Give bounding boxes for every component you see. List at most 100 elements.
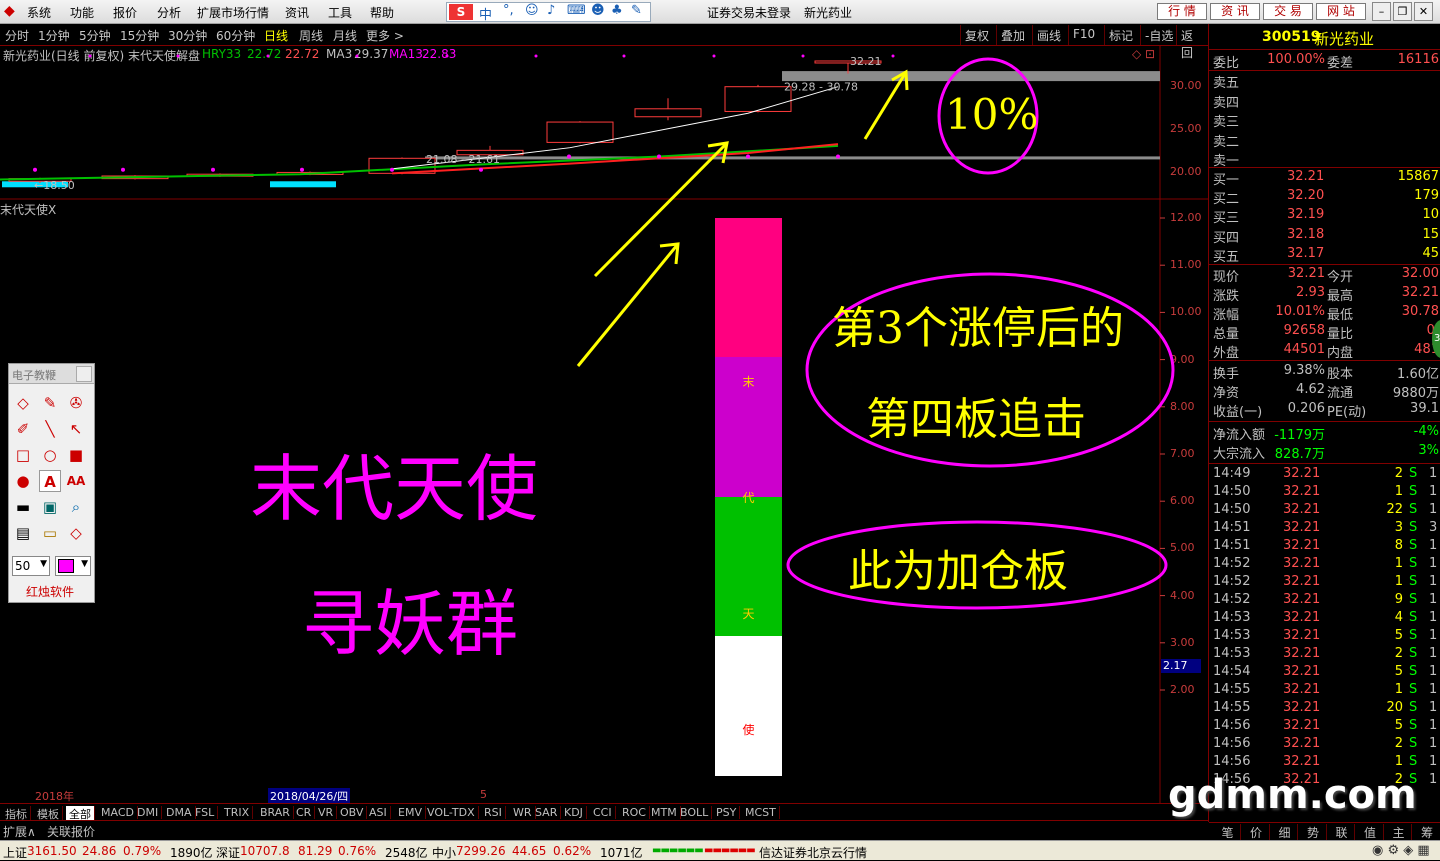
panel-tab-0[interactable]: 笔 xyxy=(1215,824,1241,841)
indicator-tab-4[interactable]: DMI xyxy=(134,806,162,819)
buy-level[interactable]: 买四32.1815 xyxy=(1213,227,1439,245)
indicator-tab-10[interactable]: VR xyxy=(315,806,337,819)
stat-row-d: 32.21 xyxy=(1402,285,1439,300)
indicator-tab-3[interactable]: MACD xyxy=(98,806,138,819)
panel-tab-4[interactable]: 联 xyxy=(1329,824,1355,841)
pen-icon[interactable]: ✎ xyxy=(39,392,61,414)
panel-tab-3[interactable]: 势 xyxy=(1301,824,1327,841)
drawing-toolbox[interactable]: 电子教鞭 ◇ ✎ ✇ ✐ ╲ ↖ □ ○ ■ ● A AA ▬ ▣ ⌕ ▤ ▭ … xyxy=(8,363,95,603)
indicator-tab-19[interactable]: CCI xyxy=(590,806,616,819)
trade-volume: 5 xyxy=(1363,628,1403,643)
open-icon[interactable]: ▭ xyxy=(39,522,61,544)
tray-icons[interactable]: ◉ ⚙ ◈ ▦ xyxy=(1372,843,1430,858)
buy-level[interactable]: 买五32.1745 xyxy=(1213,246,1439,264)
size-value: 50 xyxy=(15,559,30,573)
toolbox-close-icon[interactable] xyxy=(76,366,92,382)
text-icon[interactable]: A xyxy=(39,470,61,492)
indicator-tab-14[interactable]: VOL-TDX xyxy=(424,806,479,819)
ellipse-icon[interactable]: ○ xyxy=(39,444,61,466)
zx-amount: 1071亿 xyxy=(600,844,643,861)
text-size-icon[interactable]: AA xyxy=(65,470,87,492)
fill-black-icon[interactable]: ▬ xyxy=(12,496,34,518)
stat2-row-c: PE(动) xyxy=(1327,401,1366,420)
trade-price: 32.21 xyxy=(1283,538,1320,553)
brush-icon[interactable]: ✐ xyxy=(12,418,34,440)
trade-time: 14:56 xyxy=(1213,754,1250,769)
stat-row: 现价32.21今开32.00 xyxy=(1213,266,1439,284)
buy-volume: 15867 xyxy=(1398,169,1439,184)
indicator-tab-8[interactable]: BRAR xyxy=(257,806,294,819)
trade-time: 14:49 xyxy=(1213,466,1250,481)
rect-icon[interactable]: □ xyxy=(12,444,34,466)
indicator-tab-11[interactable]: OBV xyxy=(337,806,367,819)
size-select[interactable]: 50▼ xyxy=(12,556,50,576)
indicator-tab-22[interactable]: BOLL xyxy=(677,806,712,819)
stat-row-c: 今开 xyxy=(1327,266,1353,285)
buy-level[interactable]: 买二32.20179 xyxy=(1213,188,1439,206)
trade-side: S xyxy=(1409,682,1417,697)
eraser-icon[interactable]: ◇ xyxy=(12,392,34,414)
arrow-tool-icon[interactable]: ↖ xyxy=(65,418,87,440)
filled-ellipse-icon[interactable]: ● xyxy=(12,470,34,492)
stat2-row-a: 换手 xyxy=(1213,363,1239,382)
trade-count: 1 xyxy=(1429,484,1437,499)
trade-time: 14:56 xyxy=(1213,718,1250,733)
related-quote-tab[interactable]: 关联报价 xyxy=(47,823,95,840)
buy-level[interactable]: 买一 32.21 15867 xyxy=(1213,169,1439,187)
close-icon[interactable]: ✕ xyxy=(1414,2,1433,21)
paint-icon[interactable]: ✇ xyxy=(65,392,87,414)
stat-row-d: 30.78 xyxy=(1402,304,1439,319)
buy-label: 买一 xyxy=(1213,169,1239,188)
indicator-tab-13[interactable]: EMV xyxy=(395,806,426,819)
trade-count: 1 xyxy=(1429,466,1437,481)
buy-price: 32.21 xyxy=(1287,169,1324,184)
stat2-row-b: 0.206 xyxy=(1288,401,1325,416)
trade-volume: 2 xyxy=(1363,466,1403,481)
indicator-tab-17[interactable]: SAR xyxy=(532,806,561,819)
screenshot-icon[interactable]: ▣ xyxy=(39,496,61,518)
color-select[interactable]: ▼ xyxy=(55,556,91,576)
filled-rect-icon[interactable]: ■ xyxy=(65,444,87,466)
line-icon[interactable]: ╲ xyxy=(39,418,61,440)
indicator-tab-21[interactable]: MTM xyxy=(648,806,681,819)
indicator-tab-20[interactable]: ROC xyxy=(619,806,650,819)
panel-tab-6[interactable]: 主 xyxy=(1386,824,1412,841)
flow-row-a: 净流入额 xyxy=(1213,424,1265,443)
indicator-tab-5[interactable]: DMA xyxy=(163,806,196,819)
trade-row: 14:5532.211S1 xyxy=(1213,682,1439,700)
trade-count: 1 xyxy=(1429,592,1437,607)
indicator-tab-7[interactable]: TRIX xyxy=(221,806,253,819)
trade-side: S xyxy=(1409,610,1417,625)
buy-price: 32.20 xyxy=(1287,188,1324,203)
sell-level: 卖三 xyxy=(1213,111,1439,129)
panel-tabs: 笔价细势联值主筹 xyxy=(1209,822,1440,840)
save-icon[interactable]: ▤ xyxy=(12,522,34,544)
restore-icon[interactable]: ❐ xyxy=(1393,2,1412,21)
indicator-tab-15[interactable]: RSI xyxy=(481,806,506,819)
news-button[interactable]: 资 讯 xyxy=(1210,3,1260,20)
website-button[interactable]: 网 站 xyxy=(1316,3,1366,20)
trade-volume: 4 xyxy=(1363,610,1403,625)
indicator-tab-24[interactable]: MCST xyxy=(742,806,780,819)
stat2-row-d: 1.60亿 xyxy=(1397,363,1439,382)
indicator-tab-23[interactable]: PSY xyxy=(713,806,740,819)
ext-toggle[interactable]: 扩展∧ xyxy=(3,823,36,840)
indicator-tab-6[interactable]: FSL xyxy=(192,806,218,819)
shape-icon[interactable]: ◇ xyxy=(65,522,87,544)
trade-price: 32.21 xyxy=(1283,502,1320,517)
indicator-tab-9[interactable]: CR xyxy=(293,806,315,819)
zoom-icon[interactable]: ⌕ xyxy=(65,496,87,518)
trade-count: 1 xyxy=(1429,556,1437,571)
panel-tab-7[interactable]: 筹 xyxy=(1415,824,1440,841)
minimize-icon[interactable]: – xyxy=(1372,2,1391,21)
panel-tab-1[interactable]: 价 xyxy=(1244,824,1270,841)
panel-tab-5[interactable]: 值 xyxy=(1358,824,1384,841)
trade-row: 14:5332.214S1 xyxy=(1213,610,1439,628)
panel-tab-2[interactable]: 细 xyxy=(1272,824,1298,841)
indicator-tab-12[interactable]: ASI xyxy=(366,806,391,819)
trade-row: 14:5432.215S1 xyxy=(1213,664,1439,682)
sz-index: 10707.8 xyxy=(240,844,290,858)
indicator-tab-18[interactable]: KDJ xyxy=(561,806,587,819)
trade-button[interactable]: 交 易 xyxy=(1263,3,1313,20)
buy-level[interactable]: 买三32.1910 xyxy=(1213,207,1439,225)
